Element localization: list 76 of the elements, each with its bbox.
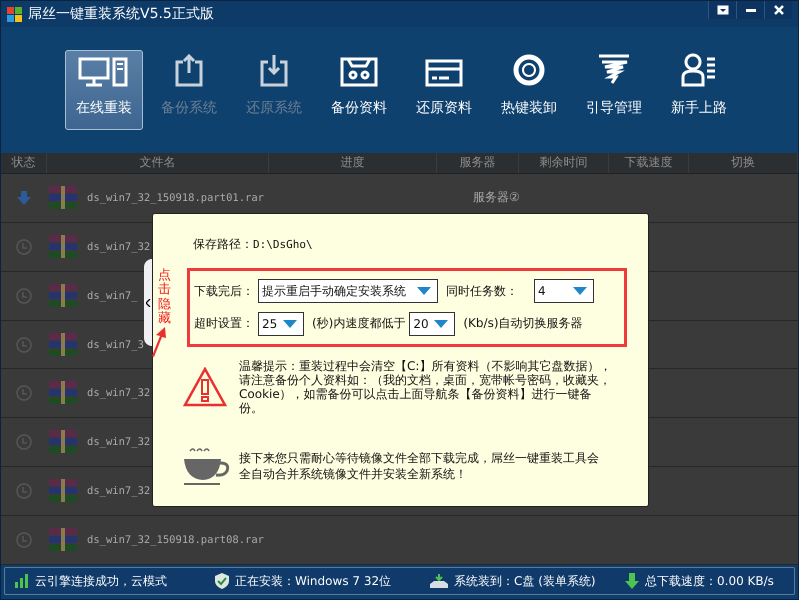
clock-icon (16, 336, 32, 353)
toolbar-tab[interactable]: 新手上路 (660, 50, 738, 130)
column-header: 服务器 (437, 153, 519, 173)
user-icon (681, 53, 717, 87)
archive-icon (47, 184, 79, 212)
field-label: 超时设置： (194, 315, 254, 332)
status-text: 系统装到：C盘 (装单系统) (454, 572, 596, 590)
file-name: ds_win7_32 (87, 436, 150, 448)
file-name: ds_win7_32 (87, 387, 150, 400)
info-text: 接下来您只需耐心等待镜像文件全部下载完成，屌丝一键重装工具会全自动合并系统镜像文件并安装全新系统！ (239, 450, 600, 482)
dropdown-field[interactable]: 提示重启手动确定安装系统 (258, 279, 438, 304)
toolbar-tab[interactable]: 备份资料 (320, 50, 398, 130)
clock-icon (16, 434, 32, 450)
menu-button[interactable] (708, 1, 736, 19)
minimize-icon (746, 8, 756, 12)
file-name: ds_win7_3 (87, 338, 144, 351)
arrow-icon (151, 327, 167, 357)
file-name: ds_win7_32_150918.part01.rar (87, 192, 264, 204)
file-name: ds_win7_32 (87, 485, 150, 498)
clock-icon (16, 483, 32, 500)
window-title: 屌丝一键重装系统V5.5正式版 (28, 5, 214, 23)
lifebuoy-icon (512, 53, 546, 87)
field-label: 同时任务数： (446, 282, 518, 300)
column-header: 切换 (689, 153, 798, 173)
chevron-left-icon (146, 298, 151, 306)
toolbar-tab[interactable]: 在线重装 (65, 50, 143, 130)
archive-icon (47, 232, 79, 261)
disk-icon (430, 574, 448, 588)
clock-icon (16, 238, 32, 255)
column-header: 状态 (1, 153, 47, 173)
hide-hint-text: 点击隐藏 (158, 269, 171, 326)
shield-icon (215, 573, 229, 589)
field-label: (秒)内速度都低于 (312, 315, 406, 332)
computer-icon (78, 57, 130, 87)
download-icon (259, 53, 289, 87)
toolbar-tab[interactable]: 引导管理 (575, 50, 653, 130)
status-text: 正在安装：Windows 7 32位 (235, 572, 392, 590)
archive-icon (47, 282, 79, 310)
file-name: ds_win7_32_150918.part08.rar (87, 534, 264, 546)
down-arrow-icon (17, 190, 31, 205)
card-icon (425, 59, 463, 87)
dropdown-field[interactable]: 4 (534, 279, 594, 304)
warning-text: 温馨提示：重装过程中会清空【C:】所有资料（不影响其它盘数据），请注意备份个人资料如：（我的文档，桌面，宽带帐号密码，收藏夹，Cookie），如需备份可以点击上面导航条【备份资料】进行一键备份。 (239, 359, 612, 415)
column-header: 下载速度 (609, 153, 689, 173)
field-label: 下载完后： (194, 282, 254, 300)
column-header: 进度 (269, 153, 437, 173)
save-path: 保存路径：D:\DsGho\ (193, 236, 314, 253)
down-arrow-icon (625, 573, 639, 589)
app-logo-icon (7, 6, 22, 22)
file-name: ds_win7_ (87, 290, 138, 302)
caret-icon (417, 287, 431, 296)
cassette-icon (340, 57, 378, 87)
toolbar-tab[interactable]: 热键装卸 (490, 50, 568, 130)
column-header: 剩余时间 (519, 153, 609, 173)
toolbar-tab[interactable]: 还原资料 (405, 50, 483, 130)
tornado-icon (597, 53, 631, 87)
status-text: 总下载速度：0.00 KB/s (645, 572, 774, 590)
signal-icon (15, 574, 29, 588)
close-icon (774, 5, 784, 15)
upload-icon (174, 53, 204, 87)
minimize-button[interactable] (736, 1, 764, 19)
caret-icon (573, 287, 587, 296)
dropdown-menu-icon (716, 5, 728, 15)
field-label: (Kb/s)自动切换服务器 (463, 315, 583, 332)
clock-icon (16, 288, 32, 304)
status-text: 云引擎连接成功，云模式 (35, 572, 167, 590)
dropdown-field[interactable]: 25 (258, 312, 304, 336)
clock-icon (16, 385, 32, 402)
clock-icon (16, 532, 32, 548)
file-name: ds_win7_32 (87, 240, 150, 253)
server-name: 服务器② (473, 189, 521, 206)
archive-icon (47, 330, 79, 359)
close-button[interactable] (764, 1, 792, 19)
dropdown-field[interactable]: 20 (409, 312, 456, 336)
column-header: 文件名 (47, 153, 269, 173)
warning-icon (183, 367, 227, 407)
